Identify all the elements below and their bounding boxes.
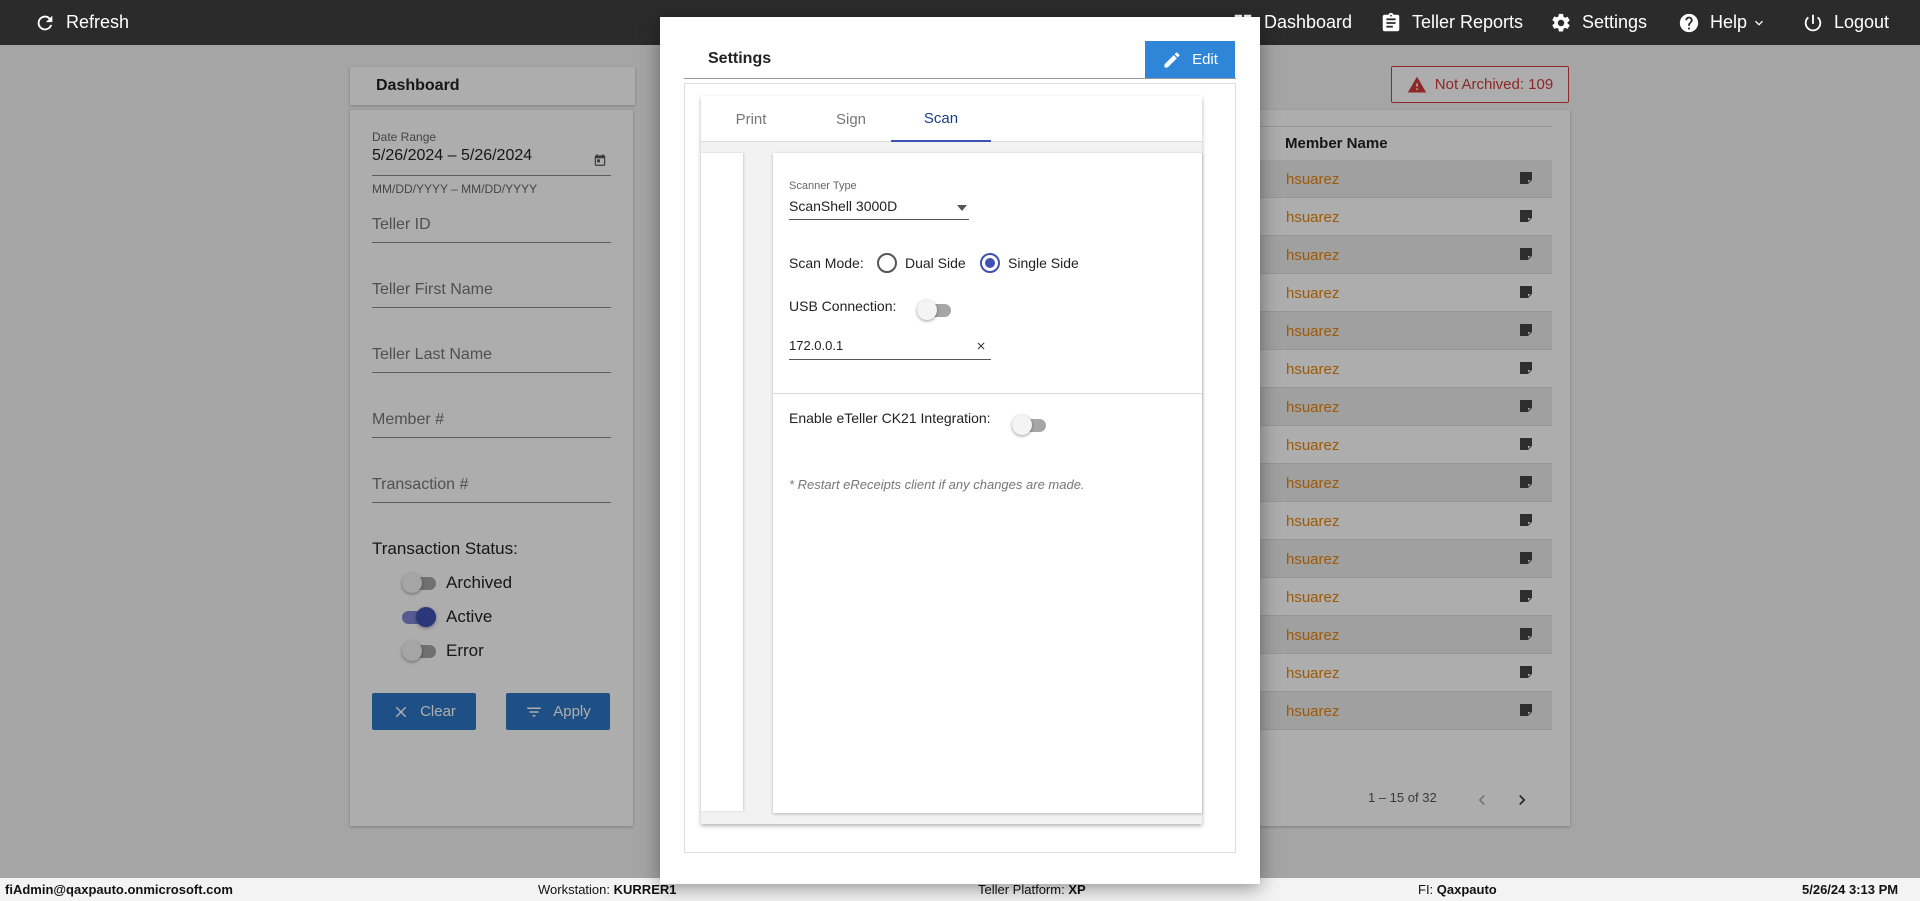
tab-bar: Print Sign Scan [701, 96, 1202, 142]
tab-print[interactable]: Print [701, 96, 801, 142]
pencil-icon [1164, 51, 1180, 67]
help-icon [1679, 13, 1699, 32]
edit-label: Edit [1192, 51, 1218, 68]
scanner-type-underline [789, 219, 969, 220]
scanner-type-value[interactable]: ScanShell 3000D [789, 198, 897, 214]
power-icon [1804, 14, 1822, 31]
gear-icon [1552, 13, 1570, 32]
dropdown-arrow-icon[interactable] [957, 203, 967, 213]
status-datetime: 5/26/24 3:13 PM [1802, 882, 1899, 897]
modal-divider [684, 78, 1236, 79]
settings-tabs-card: Print Sign Scan Scanner Type ScanShell 3… [701, 96, 1202, 824]
modal-title: Settings [708, 50, 772, 67]
nav-help[interactable]: Help [1678, 0, 1767, 45]
logout-button[interactable]: Logout [1802, 0, 1889, 45]
refresh-icon [37, 15, 53, 30]
radio-single-side[interactable] [980, 253, 1000, 273]
nav-settings-label: Settings [1582, 12, 1648, 32]
left-panel-strip [701, 153, 743, 811]
ip-address-underline [789, 359, 991, 360]
refresh-label: Refresh [66, 12, 130, 32]
nav-dashboard-label: Dashboard [1264, 12, 1353, 32]
nav-teller-reports[interactable]: Teller Reports [1380, 0, 1523, 45]
tab-scan[interactable]: Scan [891, 96, 991, 142]
status-fi: FI: Qaxpauto [1418, 882, 1497, 897]
tab-sign[interactable]: Sign [801, 96, 901, 142]
eteller-label: Enable eTeller CK21 Integration: [789, 410, 991, 426]
eteller-switch[interactable] [1012, 415, 1046, 435]
usb-connection-label: USB Connection: [789, 298, 897, 314]
logout-label: Logout [1834, 12, 1890, 32]
scan-mode-label: Scan Mode: [789, 255, 864, 271]
platform-value: XP [1068, 882, 1086, 897]
nav-help-label: Help [1710, 12, 1748, 32]
ip-address-value[interactable]: 172.0.0.1 [789, 338, 843, 353]
edit-button[interactable]: Edit [1145, 41, 1235, 78]
usb-connection-switch[interactable] [917, 300, 951, 320]
workstation-label: Workstation: [538, 882, 611, 897]
status-user: fiAdmin@qaxpauto.onmicrosoft.com [5, 882, 233, 897]
settings-card: Print Sign Scan Scanner Type ScanShell 3… [684, 83, 1236, 853]
nav-settings[interactable]: Settings [1550, 0, 1647, 45]
dual-side-label: Dual Side [905, 255, 966, 271]
section-divider [773, 393, 1202, 394]
settings-modal: Settings Edit Print Sign Scan Scanner Ty… [660, 17, 1260, 884]
nav-teller-reports-label: Teller Reports [1412, 12, 1524, 32]
restart-note: * Restart eReceipts client if any change… [789, 477, 1085, 492]
workstation-value: KURRER1 [613, 882, 677, 897]
clear-input-icon[interactable] [975, 340, 987, 352]
status-platform: Teller Platform: XP [978, 882, 1086, 897]
status-workstation: Workstation: KURRER1 [538, 882, 676, 897]
radio-dual-side[interactable] [877, 253, 897, 273]
scan-settings-content: Scanner Type ScanShell 3000D Scan Mode: … [773, 153, 1202, 813]
fi-value: Qaxpauto [1436, 882, 1497, 897]
refresh-button[interactable]: Refresh [34, 0, 129, 45]
fi-label: FI: [1418, 882, 1434, 897]
single-side-label: Single Side [1008, 255, 1079, 271]
chevron-down-icon [1755, 20, 1764, 26]
scanner-type-label: Scanner Type [789, 180, 857, 192]
platform-label: Teller Platform: [978, 882, 1065, 897]
clipboard-icon [1382, 12, 1400, 31]
